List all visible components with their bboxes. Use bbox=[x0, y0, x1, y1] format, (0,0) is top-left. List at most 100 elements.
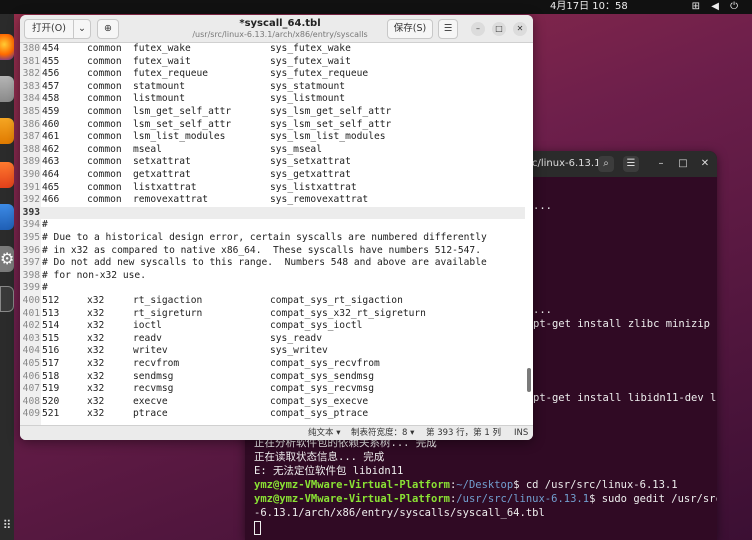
new-tab-icon[interactable]: ⊕ bbox=[97, 19, 119, 39]
code-line[interactable]: 391 465 common listxattrat sys_listxattrat bbox=[20, 182, 525, 195]
firefox-icon[interactable] bbox=[0, 34, 14, 60]
syscall-abi: common bbox=[87, 68, 122, 80]
gedit-headerbar[interactable]: 打开(O) ⌄ ⊕ *syscall_64.tbl /usr/src/linux… bbox=[20, 15, 533, 43]
line-number: 407 bbox=[22, 383, 40, 395]
prompt-command: $ cd /usr/src/linux-6.13.1 bbox=[513, 479, 678, 491]
code-line[interactable]: 385 459 common lsm_get_self_attr sys_lsm_get… bbox=[20, 106, 525, 119]
hamburger-menu-icon[interactable]: ☰ bbox=[438, 19, 458, 39]
tab-width-selector[interactable]: 制表符宽度：8 ▾ bbox=[351, 426, 414, 440]
syscall-abi: x32 bbox=[87, 307, 105, 319]
settings-icon[interactable]: ⚙ bbox=[0, 246, 14, 272]
minimize-icon[interactable]: – bbox=[653, 156, 669, 172]
code-line[interactable]: 402 514 x32 ioctl compat_sys_ioctl bbox=[20, 320, 525, 333]
code-line[interactable]: 399 # bbox=[20, 282, 525, 295]
save-button[interactable]: 保存(S) bbox=[387, 19, 433, 39]
line-number: 388 bbox=[22, 143, 40, 155]
code-line[interactable]: 384 458 common listmount sys_listmount bbox=[20, 93, 525, 106]
code-line[interactable]: 382 456 common futex_requeue sys_futex_reque… bbox=[20, 68, 525, 81]
code-line[interactable]: 380 454 common futex_wake sys_futex_wake bbox=[20, 43, 525, 56]
line-number: 380 bbox=[22, 43, 40, 54]
syscall-abi: x32 bbox=[87, 383, 105, 395]
open-button[interactable]: 打开(O) bbox=[24, 19, 74, 39]
maximize-icon[interactable]: □ bbox=[675, 156, 691, 172]
line-number: 384 bbox=[22, 93, 40, 105]
document-title: *syscall_64.tbl bbox=[239, 18, 321, 29]
insert-mode: INS bbox=[514, 428, 529, 438]
dock: ⚙ ⠿ bbox=[0, 14, 14, 540]
syscall-name: ioctl bbox=[133, 320, 162, 332]
terminal-icon[interactable] bbox=[0, 286, 14, 312]
syscall-number: 518 bbox=[42, 370, 60, 382]
syscall-abi: common bbox=[87, 143, 122, 155]
syscall-name: listxattrat bbox=[133, 181, 197, 193]
code-line[interactable]: 389 463 common setxattrat sys_setxattrat bbox=[20, 156, 525, 169]
syscall-entry: sys_setxattrat bbox=[270, 156, 351, 168]
syscall-number: 457 bbox=[42, 80, 60, 92]
files-icon[interactable] bbox=[0, 76, 14, 102]
line-number: 382 bbox=[22, 68, 40, 80]
minimize-icon[interactable]: – bbox=[471, 22, 485, 36]
terminal-prompt-line: ymz@ymz-VMware-Virtual-Platform:/usr/src… bbox=[254, 492, 717, 506]
syscall-number: 521 bbox=[42, 408, 60, 420]
code-line[interactable]: 381 455 common futex_wait sys_futex_wait bbox=[20, 56, 525, 69]
search-icon[interactable]: ⌕ bbox=[598, 156, 614, 172]
code-line[interactable]: 407 519 x32 recvmsg compat_sys_recvmsg bbox=[20, 383, 525, 396]
software-center-icon[interactable] bbox=[0, 162, 14, 188]
language-selector[interactable]: 纯文本 ▾ bbox=[308, 426, 340, 440]
syscall-abi: common bbox=[87, 118, 122, 130]
help-icon[interactable] bbox=[0, 204, 14, 230]
scrollbar[interactable] bbox=[527, 368, 531, 392]
close-icon[interactable]: ✕ bbox=[697, 156, 713, 172]
system-tray[interactable]: ⊞ ◀ ⏻ bbox=[692, 0, 742, 14]
maximize-icon[interactable]: □ bbox=[492, 22, 506, 36]
code-line[interactable]: 397 # Do not add new syscalls to this ran… bbox=[20, 257, 525, 270]
syscall-number: 462 bbox=[42, 143, 60, 155]
syscall-name: futex_requeue bbox=[133, 68, 209, 80]
code-line[interactable]: 394 # bbox=[20, 219, 525, 232]
syscall-number: 461 bbox=[42, 131, 60, 143]
line-number: 396 bbox=[22, 244, 40, 256]
chevron-down-icon[interactable]: ⌄ bbox=[73, 19, 91, 39]
syscall-entry: sys_removexattrat bbox=[270, 194, 369, 206]
syscall-number: 520 bbox=[42, 395, 60, 407]
show-apps-icon[interactable]: ⠿ bbox=[0, 512, 14, 538]
code-line[interactable]: 386 460 common lsm_set_self_attr sys_lsm_set… bbox=[20, 119, 525, 132]
close-icon[interactable]: ✕ bbox=[513, 22, 527, 36]
syscall-entry: sys_futex_wait bbox=[270, 55, 351, 67]
code-line[interactable]: 390 464 common getxattrat sys_getxattrat bbox=[20, 169, 525, 182]
code-line[interactable]: 388 462 common mseal sys_mseal bbox=[20, 144, 525, 157]
code-line[interactable]: 404 516 x32 writev sys_writev bbox=[20, 345, 525, 358]
code-line[interactable]: 400 512 x32 rt_sigaction compat_sys_rt_sigac… bbox=[20, 295, 525, 308]
hamburger-menu-icon[interactable]: ☰ bbox=[623, 156, 639, 172]
syscall-number: 463 bbox=[42, 156, 60, 168]
code-line[interactable]: 387 461 common lsm_list_modules sys_lsm_list… bbox=[20, 131, 525, 144]
line-number: 393 bbox=[22, 206, 40, 218]
syscall-abi: x32 bbox=[87, 320, 105, 332]
code-line[interactable]: 395 # Due to a historical design error, c… bbox=[20, 232, 525, 245]
line-number: 386 bbox=[22, 118, 40, 130]
code-line[interactable]: 405 517 x32 recvfrom compat_sys_recvfrom bbox=[20, 358, 525, 371]
code-line[interactable]: 409 521 x32 ptrace compat_sys_ptrace bbox=[20, 408, 525, 421]
text-editor[interactable]: 380 454 common futex_wake sys_futex_wake 381 4… bbox=[20, 43, 533, 425]
gedit-window[interactable]: 打开(O) ⌄ ⊕ *syscall_64.tbl /usr/src/linux… bbox=[20, 15, 533, 440]
writer-icon[interactable] bbox=[0, 118, 14, 144]
code-line[interactable]: 408 520 x32 execve compat_sys_execve bbox=[20, 396, 525, 409]
code-line[interactable]: 396 # in x32 as compared to native x86_64… bbox=[20, 245, 525, 258]
code-line[interactable]: 406 518 x32 sendmsg compat_sys_sendmsg bbox=[20, 371, 525, 384]
syscall-entry: sys_lsm_get_self_attr bbox=[270, 106, 392, 117]
line-number: 392 bbox=[22, 194, 40, 206]
syscall-entry: sys_statmount bbox=[270, 80, 346, 92]
code-line[interactable]: 383 457 common statmount sys_statmount bbox=[20, 81, 525, 94]
line-number: 398 bbox=[22, 269, 40, 281]
code-line[interactable]: 392 466 common removexattrat sys_removexattr… bbox=[20, 194, 525, 207]
syscall-number: 517 bbox=[42, 358, 60, 369]
code-line[interactable]: 403 515 x32 readv sys_readv bbox=[20, 333, 525, 346]
line-text: # Do not add new syscalls to this range.… bbox=[42, 257, 487, 269]
syscall-number: 512 bbox=[42, 295, 60, 306]
clock[interactable]: 4月17日 10：58 bbox=[550, 0, 628, 14]
code-line[interactable]: 398 # for non-x32 use. bbox=[20, 270, 525, 283]
syscall-entry: sys_lsm_list_modules bbox=[270, 131, 386, 143]
code-line[interactable]: 401 513 x32 rt_sigreturn compat_sys_x32_rt_s… bbox=[20, 308, 525, 321]
code-line[interactable]: 393 bbox=[20, 206, 525, 220]
syscall-number: 515 bbox=[42, 332, 60, 344]
